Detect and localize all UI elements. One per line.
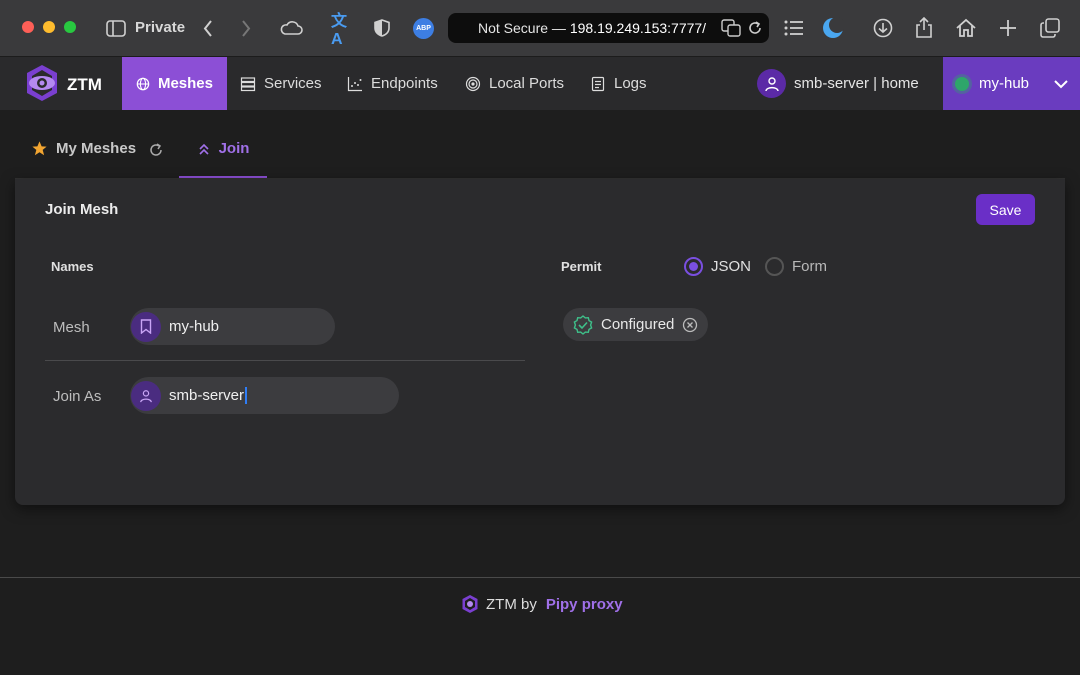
join-as-value: smb-server bbox=[169, 387, 248, 405]
mesh-input[interactable]: my-hub bbox=[130, 308, 335, 345]
field-divider bbox=[45, 360, 525, 361]
join-mesh-card: Join Mesh Save Names Mesh my-hub Join As… bbox=[15, 179, 1065, 505]
radio-unselected-icon bbox=[765, 257, 784, 276]
hub-label: my-hub bbox=[979, 75, 1030, 92]
user-label: smb-server | home bbox=[794, 75, 919, 92]
ztm-small-logo-icon bbox=[462, 595, 478, 613]
nav-services-label: Services bbox=[264, 75, 322, 92]
names-section-label: Names bbox=[51, 259, 94, 274]
nav-logs-label: Logs bbox=[614, 75, 647, 92]
reload-icon[interactable] bbox=[747, 20, 763, 41]
refresh-icon[interactable] bbox=[148, 142, 164, 158]
sidebar-icon[interactable] bbox=[105, 16, 127, 40]
tab-join-label: Join bbox=[218, 140, 250, 157]
new-tab-icon[interactable] bbox=[998, 16, 1018, 40]
user-icon bbox=[131, 380, 161, 411]
brand-name: ZTM bbox=[67, 75, 102, 94]
permit-json-label: JSON bbox=[711, 258, 752, 275]
footer-divider bbox=[0, 577, 1080, 578]
zoom-window-button[interactable] bbox=[64, 21, 76, 33]
translate-page-icon[interactable] bbox=[721, 19, 741, 42]
nav-local-ports[interactable]: Local Ports bbox=[451, 57, 578, 110]
target-icon bbox=[465, 76, 481, 91]
nav-logs[interactable]: Logs bbox=[576, 57, 661, 110]
permit-form-radio[interactable]: Form bbox=[765, 257, 827, 276]
url-text: Not Secure — 198.19.249.153:7777/ bbox=[478, 20, 707, 36]
ztm-logo-icon bbox=[22, 63, 62, 103]
downloads-icon[interactable] bbox=[873, 16, 893, 40]
tab-my-meshes-label: My Meshes bbox=[56, 140, 137, 157]
document-icon bbox=[591, 76, 605, 91]
back-icon[interactable] bbox=[200, 16, 216, 40]
nav-endpoints-label: Endpoints bbox=[371, 75, 438, 92]
forward-icon[interactable] bbox=[238, 16, 254, 40]
reading-list-icon[interactable] bbox=[783, 16, 805, 40]
translate-icon[interactable]: 文A bbox=[331, 13, 355, 48]
nav-endpoints[interactable]: Endpoints bbox=[333, 57, 452, 110]
close-window-button[interactable] bbox=[22, 21, 34, 33]
permit-form-label: Form bbox=[792, 258, 827, 275]
star-icon bbox=[32, 141, 47, 156]
private-label: Private bbox=[135, 19, 186, 36]
nav-meshes-label: Meshes bbox=[157, 75, 213, 92]
address-bar[interactable]: Not Secure — 198.19.249.153:7777/ bbox=[448, 13, 769, 43]
nav-local-ports-label: Local Ports bbox=[489, 75, 565, 92]
minimize-window-button[interactable] bbox=[43, 21, 55, 33]
browser-toolbar: Private 文A ABP Not Secure — 198.19.249.1… bbox=[0, 0, 1080, 57]
remove-icon[interactable] bbox=[682, 317, 698, 333]
text-caret bbox=[245, 387, 248, 405]
nav-meshes[interactable]: Meshes bbox=[122, 57, 227, 110]
user-menu[interactable]: smb-server | home bbox=[757, 69, 919, 98]
chart-icon bbox=[347, 76, 362, 91]
cloud-icon[interactable] bbox=[278, 16, 304, 40]
mesh-value: my-hub bbox=[169, 318, 220, 335]
permit-json-radio[interactable]: JSON bbox=[684, 257, 751, 276]
user-avatar-icon bbox=[757, 69, 786, 98]
join-as-input[interactable]: smb-server bbox=[130, 377, 399, 414]
join-as-field-label: Join As bbox=[53, 388, 102, 405]
footer-prefix: ZTM by bbox=[486, 595, 537, 613]
hub-selector[interactable]: my-hub bbox=[943, 57, 1080, 110]
tab-overview-icon[interactable] bbox=[1039, 16, 1061, 40]
app-navbar: ZTM Meshes Services Endpoints Local Port… bbox=[0, 57, 1080, 110]
save-button[interactable]: Save bbox=[976, 194, 1035, 225]
tab-join[interactable]: Join bbox=[179, 140, 267, 178]
permit-status-label: Configured bbox=[601, 316, 675, 333]
card-title: Join Mesh bbox=[45, 201, 119, 218]
adblock-icon[interactable]: ABP bbox=[413, 18, 434, 39]
server-icon bbox=[240, 76, 256, 91]
shield-icon[interactable] bbox=[373, 16, 391, 40]
home-icon[interactable] bbox=[955, 16, 977, 40]
hub-status-dot bbox=[955, 76, 969, 91]
permit-status-chip: Configured bbox=[563, 308, 709, 341]
check-badge-icon bbox=[573, 314, 593, 335]
footer-brand-link[interactable]: Pipy proxy bbox=[546, 596, 623, 613]
nav-services[interactable]: Services bbox=[226, 57, 336, 110]
double-chevron-up-icon bbox=[199, 143, 209, 155]
bookmark-icon bbox=[131, 311, 161, 342]
globe-icon bbox=[136, 77, 150, 90]
mesh-field-label: Mesh bbox=[53, 319, 90, 336]
footer: ZTM by Pipy proxy bbox=[460, 594, 623, 614]
tab-my-meshes[interactable]: My Meshes bbox=[31, 140, 164, 178]
share-icon[interactable] bbox=[914, 16, 934, 40]
radio-selected-icon bbox=[684, 257, 703, 276]
chevron-down-icon bbox=[1054, 76, 1068, 93]
extension-moon-icon[interactable] bbox=[822, 16, 844, 40]
permit-section-label: Permit bbox=[561, 259, 602, 274]
